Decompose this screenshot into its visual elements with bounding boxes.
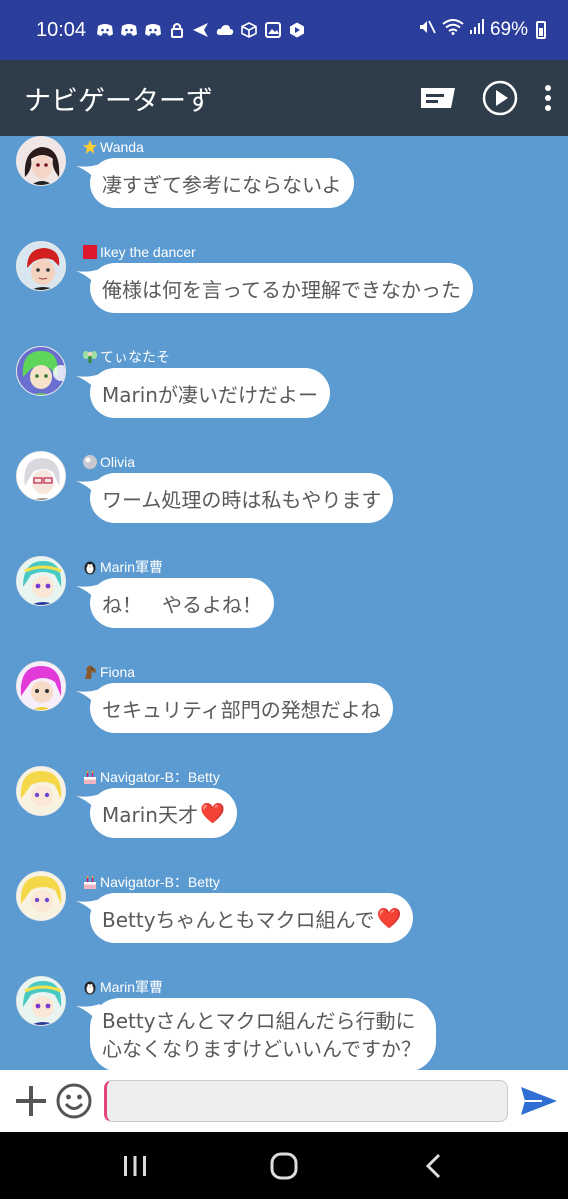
sender-line: Olivia bbox=[82, 453, 135, 471]
message-input[interactable] bbox=[104, 1080, 508, 1122]
signal-icon bbox=[469, 19, 484, 41]
battery-icon bbox=[536, 21, 546, 39]
penguin-icon bbox=[82, 559, 98, 575]
send-icon[interactable] bbox=[520, 1086, 558, 1116]
image-icon bbox=[264, 22, 282, 38]
avatar[interactable] bbox=[16, 661, 66, 711]
red-square-icon bbox=[82, 244, 98, 260]
sender-line: Navigator-B：Betty bbox=[82, 873, 220, 891]
avatar[interactable] bbox=[16, 136, 66, 186]
battery-percent: 69% bbox=[489, 19, 528, 40]
message-bubble[interactable]: ね！ やるよね！ bbox=[90, 578, 274, 628]
notification-icons bbox=[96, 22, 418, 38]
status-bar: 10:04 69% bbox=[0, 0, 568, 60]
message-text: Marinが凄いだけだよー bbox=[102, 382, 318, 407]
emoji-icon[interactable] bbox=[56, 1083, 92, 1119]
page-title: ナビゲーターず bbox=[24, 85, 213, 117]
avatar[interactable] bbox=[16, 241, 66, 291]
system-status: 69% bbox=[418, 19, 546, 41]
app-icon bbox=[192, 22, 210, 38]
sender-line: てぃなたそ bbox=[82, 348, 170, 366]
sender-line: Ikey the dancer bbox=[82, 243, 196, 261]
horse-icon bbox=[82, 664, 98, 680]
avatar[interactable] bbox=[16, 556, 66, 606]
message-text: Marin天才 bbox=[102, 802, 198, 827]
sender-name: Marin軍曹 bbox=[100, 979, 164, 995]
sender-name: Navigator-B：Betty bbox=[100, 874, 220, 890]
sender-name: Olivia bbox=[100, 454, 136, 470]
status-time: 10:04 bbox=[36, 18, 87, 41]
heart-icon: ❤️ bbox=[199, 801, 225, 825]
orb-icon bbox=[82, 454, 98, 470]
message-bubble[interactable]: Marin天才 ❤️ bbox=[90, 788, 237, 838]
message-bubble[interactable]: 凄すぎて参考にならないよ bbox=[90, 158, 354, 208]
fairy-icon bbox=[82, 349, 98, 365]
home-icon[interactable] bbox=[254, 1141, 314, 1191]
message-bubble[interactable]: Marinが凄いだけだよー bbox=[90, 368, 330, 418]
announcement-icon[interactable] bbox=[420, 87, 456, 109]
plus-icon[interactable] bbox=[14, 1084, 48, 1118]
message-composer bbox=[0, 1070, 568, 1132]
back-icon[interactable] bbox=[403, 1141, 463, 1191]
avatar[interactable] bbox=[16, 766, 66, 816]
avatar[interactable] bbox=[16, 871, 66, 921]
sender-line: Marin軍曹 bbox=[82, 978, 163, 996]
discord-icon bbox=[120, 22, 138, 38]
sender-name: Ikey the dancer bbox=[100, 244, 196, 260]
message-text: ワーム処理の時は私もやります bbox=[102, 487, 382, 512]
sender-line: Wanda bbox=[82, 138, 144, 156]
chat-area[interactable]: Wanda 凄すぎて参考にならないよ Ikey the dancer 俺様は何を… bbox=[0, 136, 568, 1070]
avatar[interactable] bbox=[16, 976, 66, 1026]
cake-icon bbox=[82, 769, 98, 785]
message-bubble[interactable]: 俺様は何を言ってるか理解できなかった bbox=[90, 263, 473, 313]
star-icon bbox=[82, 139, 98, 155]
wifi-icon bbox=[442, 19, 464, 41]
sender-name: てぃなたそ bbox=[100, 349, 170, 365]
avatar[interactable] bbox=[16, 451, 66, 501]
avatar[interactable] bbox=[16, 346, 66, 396]
message-text: ね！ やるよね！ bbox=[102, 592, 262, 617]
mute-icon bbox=[418, 19, 436, 41]
sender-name: Navigator-B：Betty bbox=[100, 769, 220, 785]
more-options-icon[interactable] bbox=[544, 85, 552, 111]
message-bubble[interactable]: Bettyさんとマクロ組んだら行動に心なくなりますけどいいんですか？ bbox=[90, 998, 436, 1070]
sender-name: Marin軍曹 bbox=[100, 559, 164, 575]
sender-name: Wanda bbox=[100, 139, 144, 155]
system-navigation-bar bbox=[0, 1132, 568, 1199]
video-icon bbox=[288, 22, 306, 38]
cube-icon bbox=[240, 22, 258, 38]
message-bubble[interactable]: ワーム処理の時は私もやります bbox=[90, 473, 394, 523]
message-bubble[interactable]: セキュリティ部門の発想だよね bbox=[90, 683, 393, 733]
heart-icon: ❤️ bbox=[376, 906, 402, 930]
message-text: 俺様は何を言ってるか理解できなかった bbox=[102, 277, 461, 302]
penguin-icon bbox=[82, 979, 98, 995]
cloud-icon bbox=[216, 22, 234, 38]
sender-line: Navigator-B：Betty bbox=[82, 768, 220, 786]
sender-name: Fiona bbox=[100, 664, 136, 680]
play-icon[interactable] bbox=[482, 80, 518, 116]
app-bar: ナビゲーターず bbox=[0, 60, 568, 136]
sender-line: Marin軍曹 bbox=[82, 558, 163, 576]
message-text: セキュリティ部門の発想だよね bbox=[102, 697, 381, 722]
cake-icon bbox=[82, 874, 98, 890]
lock-icon bbox=[168, 22, 186, 38]
discord-icon bbox=[96, 22, 114, 38]
message-text: Bettyさんとマクロ組んだら行動に心なくなりますけどいいんですか？ bbox=[102, 1009, 421, 1061]
recent-apps-icon[interactable] bbox=[105, 1141, 165, 1191]
message-text: Bettyちゃんともマクロ組んで bbox=[102, 907, 375, 932]
message-text: 凄すぎて参考にならないよ bbox=[102, 172, 342, 197]
sender-line: Fiona bbox=[82, 663, 135, 681]
discord-icon bbox=[144, 22, 162, 38]
message-bubble[interactable]: Bettyちゃんともマクロ組んで ❤️ bbox=[90, 893, 414, 943]
